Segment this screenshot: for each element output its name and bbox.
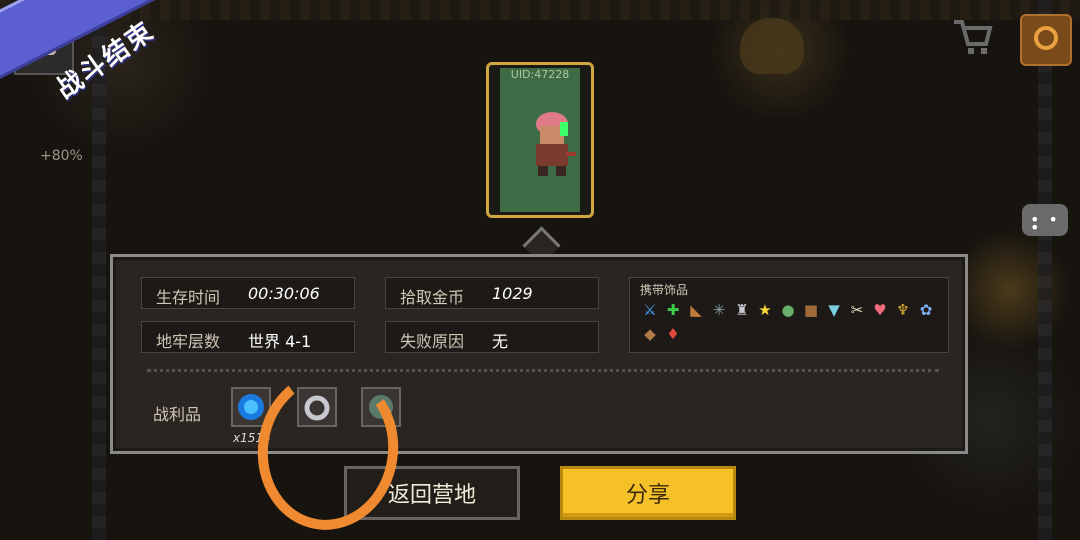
share-button[interactable]: 分享 [560, 466, 736, 520]
accessories-box: 携带饰品 ⚔ ✚ ◣ ✳ ♜ ★ ● ■ ▼ ✂ ♥ ♆ ✿ ◆ ♦ [629, 277, 949, 353]
gold-value: 1029 [492, 284, 533, 303]
accessories-title: 携带饰品 [640, 283, 689, 297]
gold-row: 拾取金币 1029 [385, 277, 599, 309]
plank-icon[interactable]: ◆ [640, 324, 660, 344]
glove-icon[interactable]: ✿ [916, 300, 936, 320]
spider-icon[interactable]: ✳ [709, 300, 729, 320]
character-card: UID:47228 [486, 62, 594, 218]
knight-hero-sprite [530, 112, 578, 180]
mask-decoration [740, 18, 804, 74]
loot-label: 战利品 [153, 405, 202, 424]
wings-icon[interactable]: ♆ [893, 300, 913, 320]
shop-cart-icon[interactable] [950, 14, 994, 60]
bonus-text: +80% [40, 148, 83, 164]
survival-time-value: 00:30:06 [248, 284, 320, 303]
fail-reason-label: 失败原因 [400, 332, 465, 351]
clover-icon[interactable]: ✚ [663, 300, 683, 320]
dungeon-level-label: 地牢层数 [156, 332, 221, 351]
bone-icon[interactable]: ✂ [847, 300, 867, 320]
fail-reason-value: 无 [492, 332, 509, 351]
chat-bubble-icon[interactable]: • • • [1022, 204, 1068, 236]
dungeon-level-value: 世界 4-1 [248, 332, 312, 351]
accessories-icons: ⚔ ✚ ◣ ✳ ♜ ★ ● ■ ▼ ✂ ♥ ♆ ✿ ◆ ♦ [640, 298, 940, 346]
star-icon[interactable]: ★ [755, 300, 775, 320]
dagger-icon[interactable]: ⚔ [640, 300, 660, 320]
dungeon-level-row: 地牢层数 世界 4-1 [141, 321, 355, 353]
potion-icon[interactable]: ● [778, 300, 798, 320]
top-wall [0, 0, 1080, 20]
horn-icon[interactable]: ◣ [686, 300, 706, 320]
survival-time-row: 生存时间 00:30:06 [141, 277, 355, 309]
survival-time-label: 生存时间 [156, 288, 221, 307]
gold-label: 拾取金币 [400, 288, 465, 307]
heart-icon[interactable]: ♥ [870, 300, 890, 320]
settings-gear-icon[interactable] [1020, 14, 1072, 66]
player-uid: UID:47228 [510, 68, 570, 81]
card-portrait-bg [500, 68, 580, 212]
helmet-icon[interactable]: ♜ [732, 300, 752, 320]
results-panel: 生存时间 00:30:06 拾取金币 1029 地牢层数 世界 4-1 失败原因… [110, 254, 968, 454]
fail-reason-row: 失败原因 无 [385, 321, 599, 353]
panel-divider [147, 369, 939, 372]
book-icon[interactable]: ■ [801, 300, 821, 320]
bottle-icon[interactable]: ♦ [663, 324, 683, 344]
right-wall [1038, 0, 1052, 540]
sock-icon[interactable]: ▼ [824, 300, 844, 320]
